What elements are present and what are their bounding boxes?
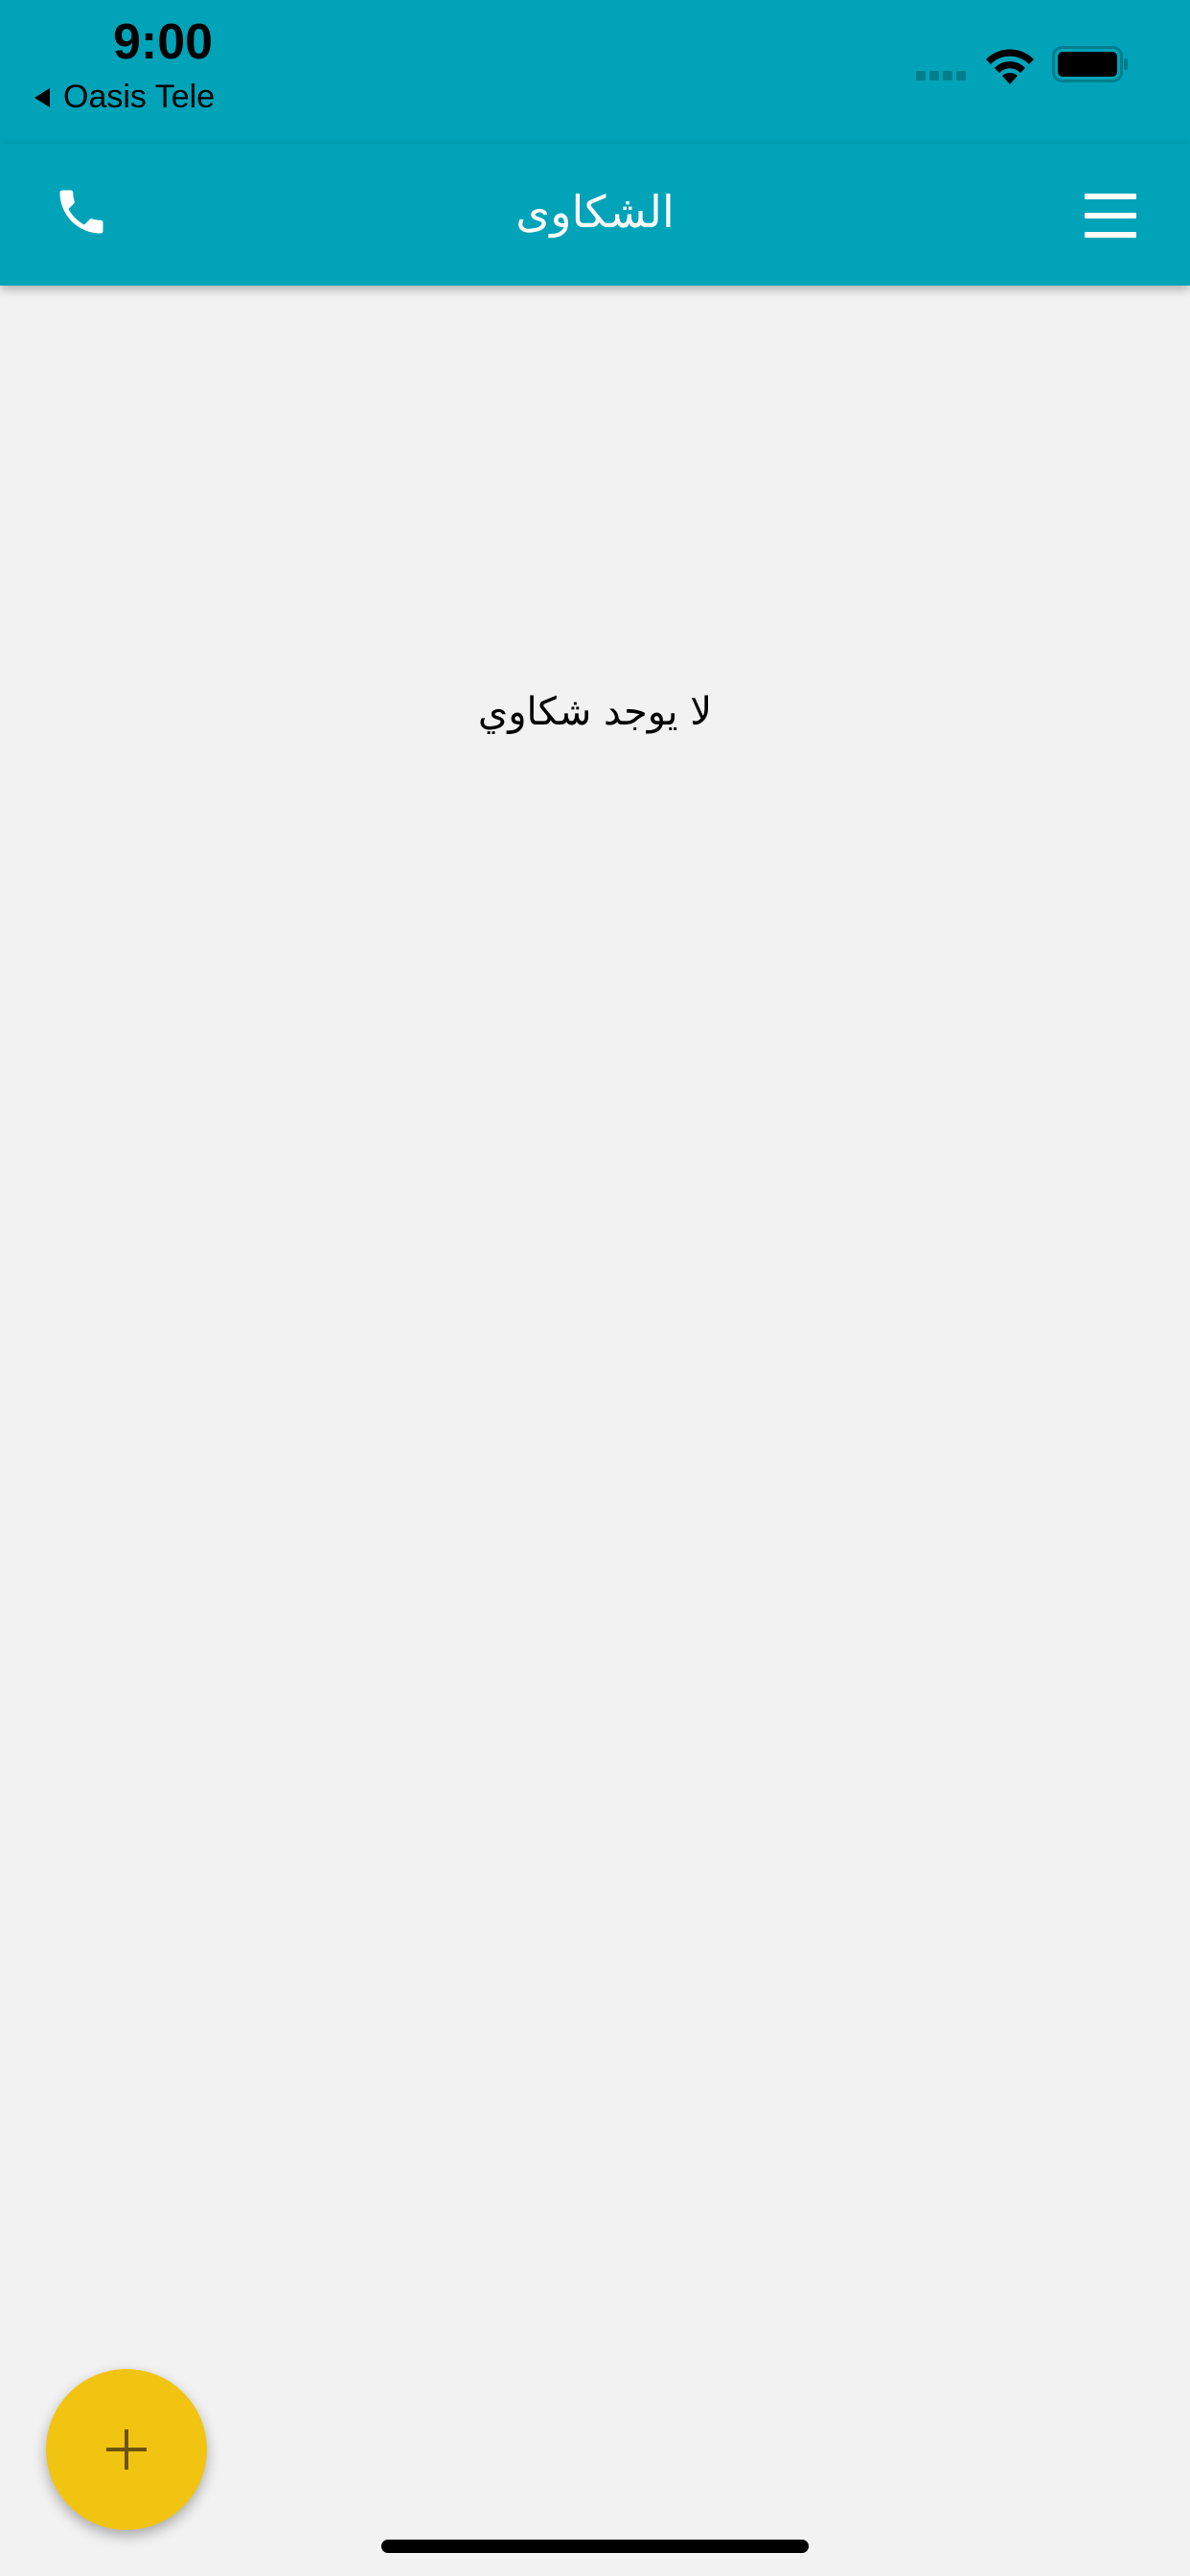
back-to-app-link[interactable]: Oasis Tele (34, 79, 215, 116)
signal-icon (916, 71, 966, 80)
wifi-icon (986, 49, 1034, 84)
app-bar: الشكاوى (0, 144, 1190, 286)
battery-icon (1052, 46, 1128, 82)
add-complaint-button[interactable] (46, 2369, 207, 2530)
plus-icon (106, 2429, 147, 2470)
menu-icon (1085, 194, 1136, 199)
home-indicator[interactable] (381, 2540, 809, 2553)
back-app-label: Oasis Tele (63, 79, 216, 115)
empty-state-message: لا يوجد شكاوي (477, 690, 713, 734)
status-time: 9:00 (113, 14, 214, 70)
menu-button[interactable] (1073, 184, 1148, 247)
back-arrow-icon (34, 87, 50, 107)
page-title: الشكاوى (515, 186, 675, 238)
status-bar: 9:00 Oasis Tele (0, 0, 1190, 144)
